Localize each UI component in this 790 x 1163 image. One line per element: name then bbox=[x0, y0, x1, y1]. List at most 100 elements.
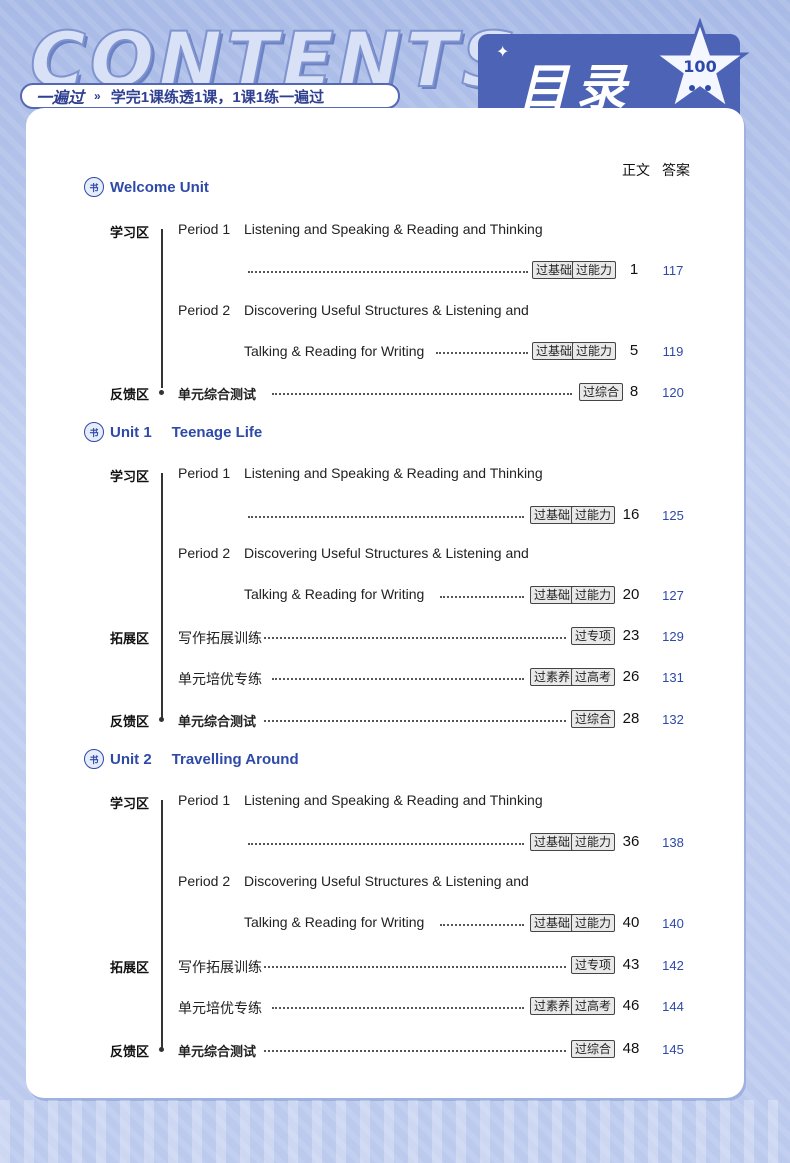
tag-gaokao: 过高考 bbox=[571, 997, 616, 1015]
answer-page[interactable]: 120 bbox=[656, 385, 690, 400]
tag-synthesis: 过综合 bbox=[579, 383, 624, 401]
period-label: Period 2 bbox=[178, 545, 231, 561]
tag-basic: 过基础 bbox=[530, 833, 575, 851]
tag-ability: 过能力 bbox=[571, 914, 616, 932]
page-number[interactable]: 5 bbox=[619, 342, 649, 359]
dot-leader bbox=[264, 720, 566, 722]
period-label: Period 1 bbox=[178, 465, 231, 481]
dot-leader bbox=[248, 271, 528, 273]
answer-page[interactable]: 125 bbox=[656, 508, 690, 523]
answer-page[interactable]: 127 bbox=[656, 588, 690, 603]
toc-entry-title[interactable]: 单元综合测试 bbox=[178, 384, 256, 403]
page-number[interactable]: 20 bbox=[616, 586, 646, 603]
unit-subtitle: Travelling Around bbox=[171, 750, 299, 768]
toc-entry-title[interactable]: Discovering Useful Structures & Listenin… bbox=[244, 302, 529, 318]
column-header-body: 正文 bbox=[622, 162, 650, 178]
slogan-text: 学完1课练透1课，1课1练一遍过 bbox=[110, 88, 325, 106]
slogan-key: 一遍过 bbox=[36, 90, 85, 107]
toc-entry-title[interactable]: Talking & Reading for Writing bbox=[244, 914, 424, 930]
tag-ability: 过能力 bbox=[571, 586, 616, 604]
page-number[interactable]: 1 bbox=[619, 261, 649, 278]
answer-page[interactable]: 131 bbox=[656, 670, 690, 685]
zone-feedback: 反馈区 bbox=[110, 1044, 150, 1059]
toc-entry-title[interactable]: Listening and Speaking & Reading and Thi… bbox=[244, 792, 543, 808]
divider-line bbox=[161, 473, 163, 718]
dot-leader bbox=[248, 843, 524, 845]
double-chevron-icon: » bbox=[94, 89, 101, 103]
unit-name: Unit 2 bbox=[110, 750, 152, 768]
unit-name: Unit 1 bbox=[110, 423, 152, 441]
star-text: 100 bbox=[683, 57, 716, 76]
tag-basic: 过基础 bbox=[530, 914, 575, 932]
sparkle-icon: ✦ bbox=[496, 44, 510, 61]
page-number[interactable]: 36 bbox=[616, 833, 646, 850]
column-header-answer: 答案 bbox=[662, 162, 690, 178]
zone-feedback: 反馈区 bbox=[110, 714, 150, 729]
dot-leader bbox=[248, 516, 524, 518]
dot-leader bbox=[272, 1007, 524, 1009]
unit-heading-unit1[interactable]: 书 Unit 1 Teenage Life bbox=[84, 422, 262, 442]
tag-topic: 过专项 bbox=[571, 956, 616, 974]
unit-badge-icon: 书 bbox=[84, 749, 104, 769]
answer-page[interactable]: 129 bbox=[656, 629, 690, 644]
page-number[interactable]: 23 bbox=[616, 627, 646, 644]
tag-basic: 过基础 bbox=[532, 261, 577, 279]
toc-entry-title[interactable]: 单元培优专练 bbox=[178, 998, 262, 1018]
toc-entry-title[interactable]: Discovering Useful Structures & Listenin… bbox=[244, 873, 529, 889]
unit-heading-unit2[interactable]: 书 Unit 2 Travelling Around bbox=[84, 749, 299, 769]
page-number[interactable]: 26 bbox=[616, 668, 646, 685]
page-number[interactable]: 46 bbox=[616, 997, 646, 1014]
dot-leader bbox=[436, 352, 528, 354]
tag-literacy: 过素养 bbox=[530, 997, 575, 1015]
answer-page[interactable]: 119 bbox=[656, 344, 690, 359]
unit-heading-welcome[interactable]: 书 Welcome Unit bbox=[84, 177, 209, 197]
answer-page[interactable]: 117 bbox=[656, 263, 690, 278]
zone-extend: 拓展区 bbox=[110, 631, 150, 646]
tag-ability: 过能力 bbox=[571, 833, 616, 851]
bullet-dot bbox=[159, 1047, 164, 1052]
answer-page[interactable]: 132 bbox=[656, 712, 690, 727]
page-number[interactable]: 40 bbox=[616, 914, 646, 931]
toc-entry-title[interactable]: Discovering Useful Structures & Listenin… bbox=[244, 545, 529, 561]
answer-page[interactable]: 142 bbox=[656, 958, 690, 973]
toc-entry-title[interactable]: Listening and Speaking & Reading and Thi… bbox=[244, 221, 543, 237]
dot-leader bbox=[272, 393, 572, 395]
unit-badge-icon: 书 bbox=[84, 422, 104, 442]
unit-subtitle: Teenage Life bbox=[171, 423, 263, 441]
divider-line bbox=[161, 800, 163, 1048]
zone-feedback: 反馈区 bbox=[110, 387, 150, 402]
answer-page[interactable]: 138 bbox=[656, 835, 690, 850]
toc-entry-title[interactable]: 单元综合测试 bbox=[178, 1041, 256, 1060]
tag-ability: 过能力 bbox=[572, 342, 617, 360]
dot-leader bbox=[264, 966, 566, 968]
toc-entry-title[interactable]: Talking & Reading for Writing bbox=[244, 343, 424, 359]
tag-basic: 过基础 bbox=[530, 506, 575, 524]
toc-entry-title[interactable]: 单元综合测试 bbox=[178, 711, 256, 730]
tag-ability: 过能力 bbox=[571, 506, 616, 524]
period-label: Period 1 bbox=[178, 792, 231, 808]
page-number[interactable]: 16 bbox=[616, 506, 646, 523]
page-number[interactable]: 43 bbox=[616, 956, 646, 973]
toc-entry-title[interactable]: Listening and Speaking & Reading and Thi… bbox=[244, 465, 543, 481]
page-number[interactable]: 8 bbox=[619, 383, 649, 400]
toc-entry-title[interactable]: 写作拓展训练 bbox=[178, 957, 262, 977]
answer-page[interactable]: 145 bbox=[656, 1042, 690, 1057]
bullet-dot bbox=[159, 390, 164, 395]
zone-extend: 拓展区 bbox=[110, 960, 150, 975]
divider-line bbox=[161, 229, 163, 388]
dot-leader bbox=[272, 678, 524, 680]
star-mascot-icon: 100 bbox=[650, 18, 750, 112]
zone-study: 学习区 bbox=[110, 796, 150, 811]
toc-entry-title[interactable]: 写作拓展训练 bbox=[178, 628, 262, 648]
tag-synthesis: 过综合 bbox=[571, 1040, 616, 1058]
unit-badge-icon: 书 bbox=[84, 177, 104, 197]
dot-leader bbox=[440, 924, 524, 926]
toc-entry-title[interactable]: 单元培优专练 bbox=[178, 669, 262, 689]
toc-entry-title[interactable]: Talking & Reading for Writing bbox=[244, 586, 424, 602]
answer-page[interactable]: 144 bbox=[656, 999, 690, 1014]
slogan-banner: 一遍过 » 学完1课练透1课，1课1练一遍过 bbox=[20, 83, 400, 109]
page-number[interactable]: 48 bbox=[616, 1040, 646, 1057]
answer-page[interactable]: 140 bbox=[656, 916, 690, 931]
period-label: Period 1 bbox=[178, 221, 231, 237]
page-number[interactable]: 28 bbox=[616, 710, 646, 727]
